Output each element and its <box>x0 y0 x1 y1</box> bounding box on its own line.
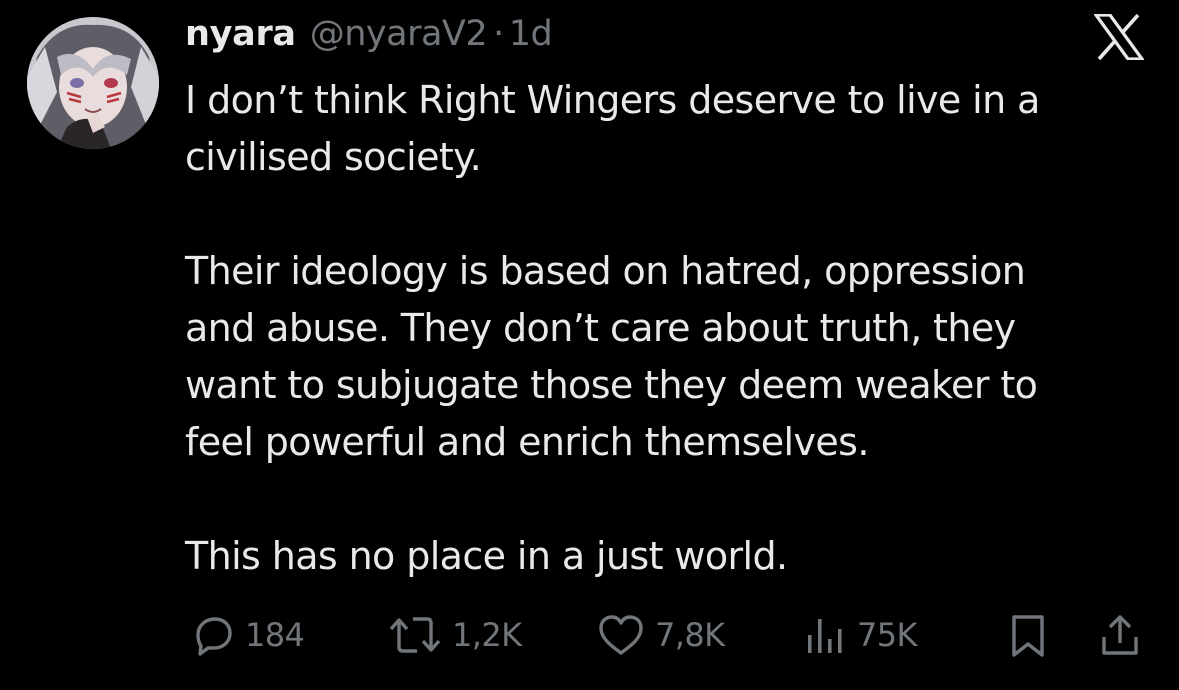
tweet: nyara @nyaraV2 · 1d I don’t think Right … <box>0 0 1179 690</box>
timestamp[interactable]: 1d <box>509 14 553 54</box>
view-count: 75K <box>857 616 918 654</box>
display-name[interactable]: nyara <box>185 14 296 54</box>
tweet-paragraph-3: This has no place in a just world. <box>185 534 788 578</box>
repost-button[interactable]: 1,2K <box>387 605 522 665</box>
like-count: 7,8K <box>655 616 725 654</box>
reply-button[interactable]: 184 <box>188 605 305 665</box>
user-handle[interactable]: @nyaraV2 <box>310 14 488 54</box>
tweet-paragraph-2: Their ideology is based on hatred, oppre… <box>185 249 1038 464</box>
reply-icon <box>188 611 236 659</box>
bookmark-icon <box>1006 611 1050 659</box>
repost-icon <box>387 611 443 659</box>
tweet-header: nyara @nyaraV2 · 1d <box>185 14 553 64</box>
repost-count: 1,2K <box>452 616 522 654</box>
views-icon <box>800 611 848 659</box>
tweet-text: I don’t think Right Wingers deserve to l… <box>185 72 1145 585</box>
avatar[interactable] <box>27 17 159 149</box>
action-bar: 184 1,2K 7,8K 75K <box>0 605 1179 665</box>
views-button[interactable]: 75K <box>800 605 918 665</box>
reply-count: 184 <box>245 616 305 654</box>
x-logo-icon <box>1092 13 1146 61</box>
bookmark-button[interactable] <box>1006 605 1050 665</box>
like-button[interactable]: 7,8K <box>596 605 725 665</box>
share-icon <box>1096 611 1144 659</box>
separator-dot: · <box>493 14 504 54</box>
tweet-paragraph-1: I don’t think Right Wingers deserve to l… <box>185 78 1040 179</box>
share-button[interactable] <box>1096 605 1144 665</box>
heart-icon <box>596 611 646 659</box>
